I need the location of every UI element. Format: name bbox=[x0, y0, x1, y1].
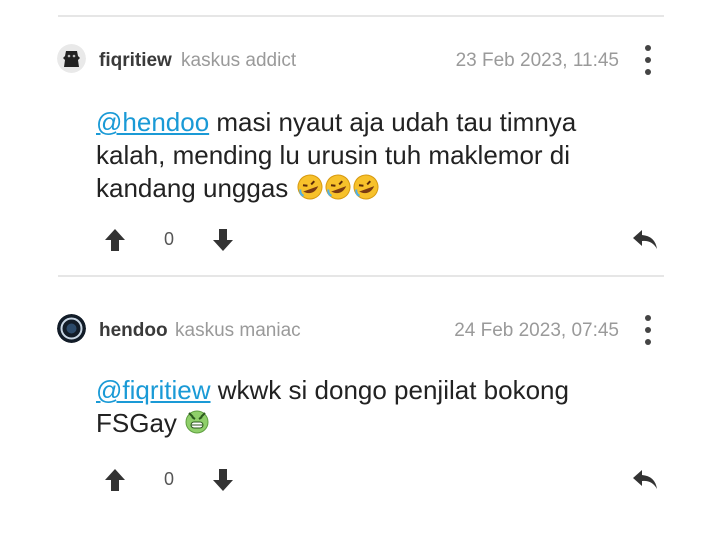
comment-actions: 0 bbox=[0, 465, 720, 495]
top-divider bbox=[58, 15, 664, 17]
downvote-icon[interactable] bbox=[208, 465, 238, 495]
upvote-icon[interactable] bbox=[100, 225, 130, 255]
user-mention-link[interactable]: @fiqritiew bbox=[96, 375, 211, 405]
rofl-emoji-icon bbox=[296, 174, 324, 208]
downvote-icon[interactable] bbox=[208, 225, 238, 255]
reply-icon[interactable] bbox=[630, 465, 660, 495]
vomit-emoji-icon bbox=[184, 407, 210, 443]
more-options-icon[interactable] bbox=[640, 315, 656, 345]
user-rank: kaskus addict bbox=[181, 50, 297, 71]
comment-divider bbox=[58, 275, 664, 277]
rofl-emoji-icon bbox=[324, 174, 352, 208]
username[interactable]: hendoo bbox=[99, 320, 168, 342]
avatar[interactable] bbox=[57, 314, 86, 343]
comment-text-line: FSGay bbox=[96, 408, 177, 438]
user-rank: kaskus maniac bbox=[175, 320, 301, 341]
comment-text-line: masi nyaut aja udah tau timnya bbox=[209, 107, 577, 137]
rofl-emoji-icon bbox=[352, 174, 380, 208]
comment-text-line: kandang unggas bbox=[96, 173, 289, 203]
user-mention-link[interactable]: @hendoo bbox=[96, 107, 209, 137]
avatar[interactable] bbox=[57, 44, 86, 73]
upvote-icon[interactable] bbox=[100, 465, 130, 495]
comment-body: @hendoo masi nyaut aja udah tau timnya k… bbox=[96, 106, 656, 208]
vote-count: 0 bbox=[164, 229, 175, 249]
reply-icon[interactable] bbox=[630, 225, 660, 255]
comment-actions: 0 bbox=[0, 225, 720, 255]
comment-text-line: wkwk si dongo penjilat bokong bbox=[210, 375, 569, 405]
username[interactable]: fiqritiew bbox=[99, 50, 172, 72]
timestamp: 23 Feb 2023, 11:45 bbox=[455, 50, 619, 71]
vote-count: 0 bbox=[164, 469, 175, 489]
comment-text-line: kalah, mending lu urusin tuh maklemor di bbox=[96, 140, 571, 170]
timestamp: 24 Feb 2023, 07:45 bbox=[454, 320, 619, 341]
comment-body: @fiqritiew wkwk si dongo penjilat bokong… bbox=[96, 374, 656, 443]
more-options-icon[interactable] bbox=[640, 45, 656, 75]
